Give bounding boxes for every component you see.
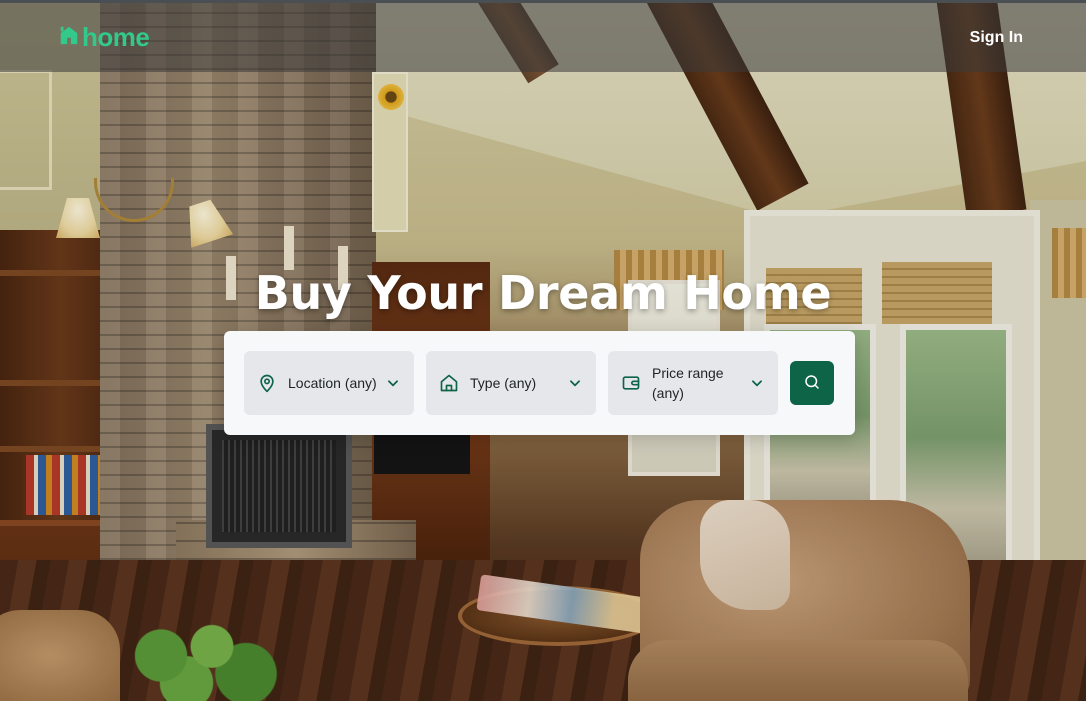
house-icon <box>438 372 460 394</box>
wallet-icon <box>620 372 642 394</box>
location-label: Location (any) <box>288 375 377 391</box>
search-icon <box>803 373 821 394</box>
search-card: Location (any) Type (any) Price range (a… <box>224 331 855 435</box>
logo[interactable]: home <box>58 22 150 53</box>
price-range-label: Price range (any) <box>652 365 724 401</box>
sign-in-button[interactable]: Sign In <box>970 29 1023 47</box>
type-dropdown[interactable]: Type (any) <box>426 351 596 415</box>
map-pin-icon <box>256 372 278 394</box>
chevron-down-icon <box>750 376 764 390</box>
price-range-dropdown[interactable]: Price range (any) <box>608 351 778 415</box>
navbar: home Sign In <box>0 3 1086 72</box>
chevron-down-icon <box>568 376 582 390</box>
search-button[interactable] <box>790 361 834 405</box>
house-icon <box>58 22 80 53</box>
type-label: Type (any) <box>470 375 537 391</box>
chevron-down-icon <box>386 376 400 390</box>
location-dropdown[interactable]: Location (any) <box>244 351 414 415</box>
hero-headline: Buy Your Dream Home <box>254 266 832 320</box>
logo-text: home <box>82 22 150 52</box>
